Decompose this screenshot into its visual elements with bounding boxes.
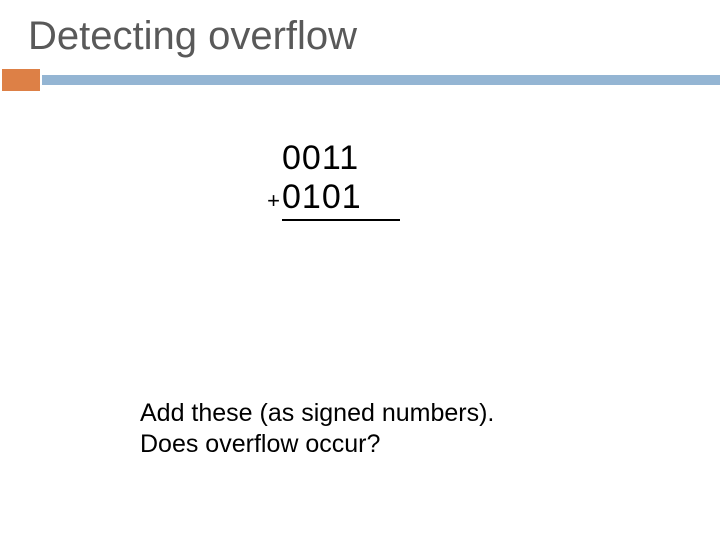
- prompt-text: Add these (as signed numbers). Does over…: [140, 398, 494, 461]
- slide-title: Detecting overflow: [0, 0, 720, 65]
- prompt-line-1: Add these (as signed numbers).: [140, 398, 494, 429]
- sum-underline: [282, 219, 400, 221]
- slide: Detecting overflow 0011 + 0101 Add these…: [0, 0, 720, 540]
- accent-block: [0, 67, 42, 93]
- operand-2: 0101: [282, 178, 362, 217]
- title-rule: [0, 69, 720, 91]
- operand-row-2: + 0101: [256, 178, 720, 217]
- horizontal-rule: [42, 75, 720, 85]
- prompt-line-2: Does overflow occur?: [140, 429, 494, 460]
- plus-sign: +: [256, 188, 280, 213]
- sum-rule-row: [256, 217, 720, 221]
- operand-row-1: 0011: [256, 139, 720, 178]
- operand-1: 0011: [282, 139, 359, 178]
- binary-addition: 0011 + 0101: [256, 139, 720, 221]
